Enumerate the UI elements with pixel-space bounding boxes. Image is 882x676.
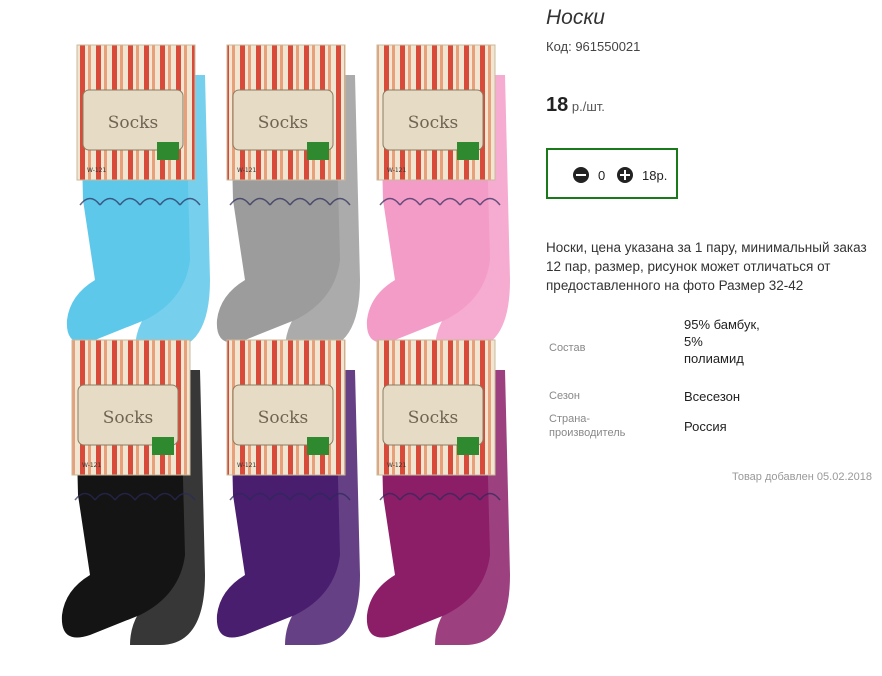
quantity-value[interactable]: 0: [598, 168, 605, 183]
minus-circle-icon[interactable]: [573, 167, 589, 183]
product-price: 18 р./шт.: [546, 94, 605, 117]
label-code: W-121: [387, 167, 406, 174]
product-code: Код: 961550021: [546, 39, 641, 54]
property-label: Страна- производитель: [549, 413, 626, 439]
label-code: W-121: [237, 167, 256, 174]
sock-item: Socks W-121: [366, 339, 510, 645]
label-text: Socks: [408, 408, 458, 428]
sock-item: Socks W-121: [66, 44, 210, 350]
property-label: Сезон: [549, 390, 580, 402]
product-image[interactable]: Socks W-121 Socks W-121 Socks W-121 Socks W-121…: [0, 0, 540, 671]
property-value: Всесезон: [684, 389, 741, 404]
label-code: W-121: [82, 462, 101, 469]
label-text: Socks: [103, 408, 153, 428]
sock-item: Socks W-121: [366, 44, 510, 350]
product-title: Носки: [546, 6, 605, 29]
added-date: Товар добавлен 05.02.2018: [731, 471, 872, 483]
quantity-stepper: 0 18р.: [546, 148, 678, 199]
quantity-total: 18р.: [642, 168, 668, 183]
property-value: 95% бамбук, 5% полиамид: [684, 317, 760, 366]
label-text: Socks: [108, 113, 158, 133]
sock-item: Socks W-121: [216, 44, 360, 350]
label-text: Socks: [258, 408, 308, 428]
price-value: 18: [546, 94, 569, 116]
label-code: W-121: [237, 462, 256, 469]
property-value: Россия: [684, 419, 727, 434]
property-label: Состав: [549, 342, 586, 354]
label-text: Socks: [408, 113, 458, 133]
label-text: Socks: [258, 113, 308, 133]
price-unit: р./шт.: [568, 99, 605, 114]
sock-item: Socks W-121: [216, 339, 360, 645]
label-code: W-121: [387, 462, 406, 469]
sock-item: Socks W-121: [61, 339, 205, 645]
product-description: Носки, цена указана за 1 пару, минимальн…: [546, 240, 867, 293]
label-code: W-121: [87, 167, 106, 174]
plus-circle-icon[interactable]: [617, 167, 633, 183]
socks-photo: Socks W-121 Socks W-121 Socks W-121 Socks W-121…: [61, 44, 510, 645]
